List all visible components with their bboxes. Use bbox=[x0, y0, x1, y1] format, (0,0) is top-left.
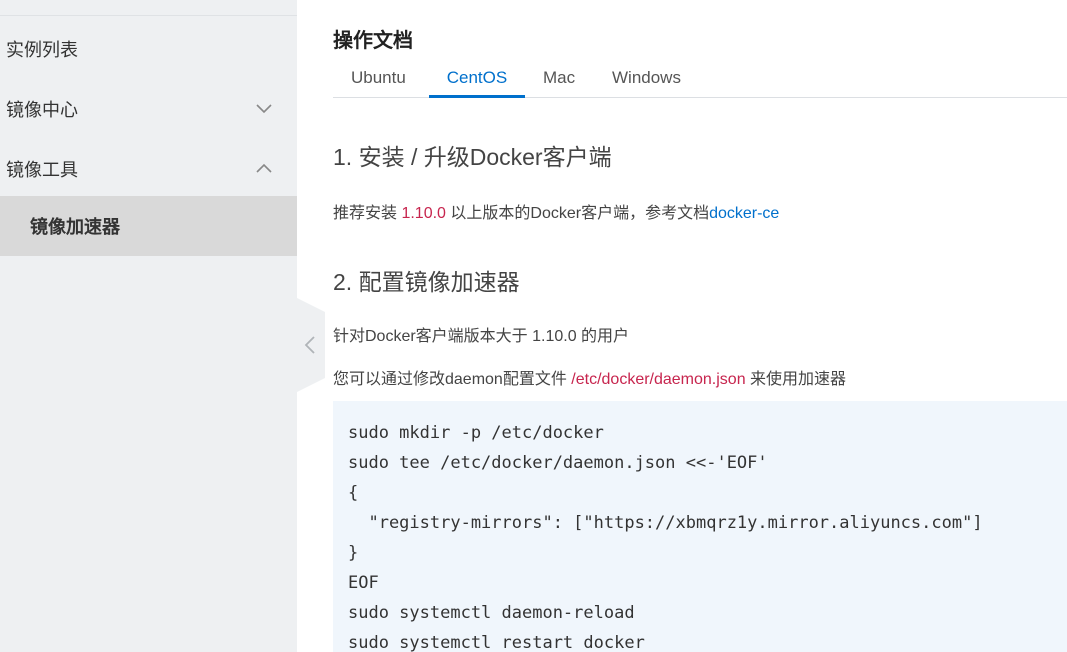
code-line: { bbox=[348, 483, 359, 503]
sidebar-item-label: 镜像加速器 bbox=[30, 217, 120, 237]
text: 以上版本的Docker客户端，参考文档 bbox=[445, 205, 710, 222]
code-line: sudo mkdir -p /etc/docker bbox=[348, 423, 604, 443]
sidebar-item-image-accelerator[interactable]: 镜像加速器 bbox=[0, 196, 297, 256]
sidebar-item-image-tools[interactable]: 镜像工具 bbox=[0, 139, 297, 199]
sidebar: 实例列表 镜像中心 镜像工具 镜像加速器 bbox=[0, 0, 297, 652]
main-content: 操作文档 Ubuntu CentOS Mac Windows 1. 安装 / 升… bbox=[333, 0, 1067, 652]
chevron-up-icon bbox=[255, 160, 273, 178]
sidebar-item-label: 镜像工具 bbox=[6, 160, 78, 180]
tab-centos[interactable]: CentOS bbox=[429, 60, 525, 98]
code-line: sudo systemctl daemon-reload bbox=[348, 603, 635, 623]
code-line: } bbox=[348, 543, 359, 563]
section-heading-configure: 2. 配置镜像加速器 bbox=[333, 269, 520, 295]
tab-ubuntu[interactable]: Ubuntu bbox=[351, 60, 406, 97]
code-line: sudo tee /etc/docker/daemon.json <<-'EOF… bbox=[348, 453, 768, 473]
sidebar-item-instance-list[interactable]: 实例列表 bbox=[0, 19, 297, 79]
section-heading-install: 1. 安装 / 升级Docker客户端 bbox=[333, 144, 612, 170]
install-recommendation: 推荐安装 1.10.0 以上版本的Docker客户端，参考文档docker-ce bbox=[333, 199, 779, 223]
code-block[interactable]: sudo mkdir -p /etc/docker sudo tee /etc/… bbox=[333, 401, 1067, 652]
sidebar-item-image-center[interactable]: 镜像中心 bbox=[0, 79, 297, 139]
text: 您可以通过修改daemon配置文件 bbox=[333, 371, 572, 388]
tab-windows[interactable]: Windows bbox=[612, 60, 681, 97]
page-title: 操作文档 bbox=[333, 30, 413, 52]
sidebar-item-label: 实例列表 bbox=[6, 40, 78, 60]
sidebar-collapse-handle[interactable] bbox=[297, 298, 325, 392]
docker-ce-link[interactable]: docker-ce bbox=[709, 205, 779, 222]
chevron-down-icon bbox=[255, 100, 273, 118]
code-line: sudo systemctl restart docker bbox=[348, 633, 645, 652]
code-line: "registry-mirrors": ["https://xbmqrz1y.m… bbox=[348, 513, 983, 533]
sidebar-divider bbox=[0, 15, 297, 16]
code-line: EOF bbox=[348, 573, 379, 593]
text: 推荐安装 bbox=[333, 205, 402, 222]
version-note: 针对Docker客户端版本大于 1.10.0 的用户 bbox=[333, 328, 630, 345]
config-path-code: /etc/docker/daemon.json bbox=[571, 371, 746, 388]
tab-mac[interactable]: Mac bbox=[543, 60, 575, 97]
text: 来使用加速器 bbox=[745, 371, 847, 388]
os-tabs: Ubuntu CentOS Mac Windows bbox=[333, 60, 1067, 98]
version-code: 1.10.0 bbox=[401, 205, 446, 222]
config-instruction: 您可以通过修改daemon配置文件 /etc/docker/daemon.jso… bbox=[333, 365, 846, 389]
sidebar-item-label: 镜像中心 bbox=[6, 100, 78, 120]
